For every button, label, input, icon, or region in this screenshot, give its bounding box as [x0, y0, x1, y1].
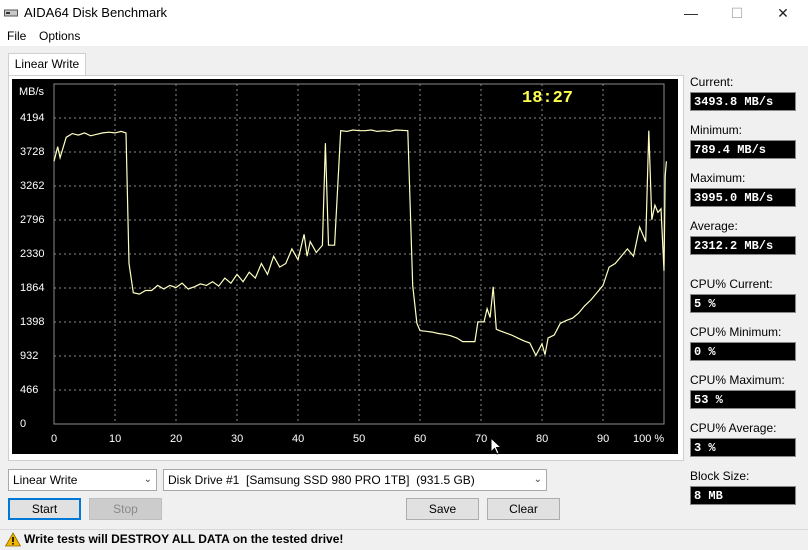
stat-average-value: 2312.2 MB/s: [690, 236, 796, 255]
y-tick-label: 1398: [20, 316, 45, 328]
y-tick-label: 3262: [20, 180, 45, 192]
stat-maximum-label: Maximum:: [690, 171, 746, 185]
chart-plot: [53, 83, 667, 425]
y-tick-label: 3728: [20, 146, 45, 158]
stat-block-size-label: Block Size:: [690, 469, 750, 483]
title-bar: AIDA64 Disk Benchmark — ☐ ✕: [0, 0, 808, 26]
close-button[interactable]: ✕: [760, 0, 806, 26]
elapsed-time: 18:27: [522, 89, 574, 108]
stat-cpu-current-value: 5 %: [690, 294, 796, 313]
x-tick-label: 60: [414, 433, 427, 445]
y-tick-label: 932: [20, 350, 39, 362]
clear-button[interactable]: Clear: [487, 498, 560, 520]
x-tick-label: 80: [536, 433, 549, 445]
stat-cpu-maximum-label: CPU% Maximum:: [690, 373, 785, 387]
save-button[interactable]: Save: [406, 498, 479, 520]
y-tick-label: 2796: [20, 214, 45, 226]
stat-cpu-average-label: CPU% Average:: [690, 421, 777, 435]
drive-value: Disk Drive #1 [Samsung SSD 980 PRO 1TB] …: [168, 473, 475, 487]
test-type-value: Linear Write: [13, 473, 78, 487]
menu-file[interactable]: File: [7, 29, 26, 43]
mouse-cursor-icon: [490, 437, 503, 455]
x-tick-label: 70: [475, 433, 488, 445]
stat-maximum-value: 3995.0 MB/s: [690, 188, 796, 207]
menu-bar: File Options: [0, 26, 808, 46]
benchmark-chart: MB/s 18:27 4194 3728 3262 2796 2330 1864…: [12, 79, 678, 455]
y-axis-unit: MB/s: [19, 86, 45, 98]
drive-select[interactable]: Disk Drive #1 [Samsung SSD 980 PRO 1TB] …: [163, 469, 547, 491]
x-tick-label: 50: [353, 433, 366, 445]
y-tick-label: 4194: [20, 112, 45, 124]
stat-current-label: Current:: [690, 75, 734, 89]
start-button[interactable]: Start: [8, 498, 81, 520]
stat-block-size-value: 8 MB: [690, 486, 796, 505]
test-type-select[interactable]: Linear Write ⌄: [8, 469, 157, 491]
stat-minimum-value: 789.4 MB/s: [690, 140, 796, 159]
window-title: AIDA64 Disk Benchmark: [24, 5, 168, 20]
x-tick-label: 20: [170, 433, 183, 445]
x-tick-label: 10: [109, 433, 122, 445]
y-tick-label: 1864: [20, 282, 45, 294]
maximize-button[interactable]: ☐: [714, 0, 760, 26]
stat-cpu-current-label: CPU% Current:: [690, 277, 773, 291]
chevron-down-icon: ⌄: [533, 474, 542, 485]
stat-average-label: Average:: [690, 219, 738, 233]
y-tick-label: 466: [20, 384, 39, 396]
stat-current-value: 3493.8 MB/s: [690, 92, 796, 111]
warning-message: Write tests will DESTROY ALL DATA on the…: [24, 532, 344, 546]
tab-linear-write[interactable]: Linear Write: [8, 53, 86, 76]
stop-button[interactable]: Stop: [89, 498, 162, 520]
app-disk-icon: [4, 9, 18, 17]
status-bar: Write tests will DESTROY ALL DATA on the…: [0, 529, 808, 550]
stat-cpu-minimum-value: 0 %: [690, 342, 796, 361]
y-tick-label: 2330: [20, 248, 45, 260]
minimize-button[interactable]: —: [668, 0, 714, 26]
stat-cpu-maximum-value: 53 %: [690, 390, 796, 409]
menu-options[interactable]: Options: [39, 29, 80, 43]
warning-icon: [5, 532, 21, 547]
x-tick-label: 90: [597, 433, 610, 445]
y-tick-label: 0: [20, 418, 27, 430]
x-tick-label: 0: [51, 433, 58, 445]
stat-cpu-minimum-label: CPU% Minimum:: [690, 325, 782, 339]
x-tick-label: 100 %: [633, 433, 665, 445]
x-tick-label: 40: [292, 433, 305, 445]
stat-cpu-average-value: 3 %: [690, 438, 796, 457]
stat-minimum-label: Minimum:: [690, 123, 743, 137]
x-tick-label: 30: [231, 433, 244, 445]
chevron-down-icon: ⌄: [143, 474, 152, 485]
